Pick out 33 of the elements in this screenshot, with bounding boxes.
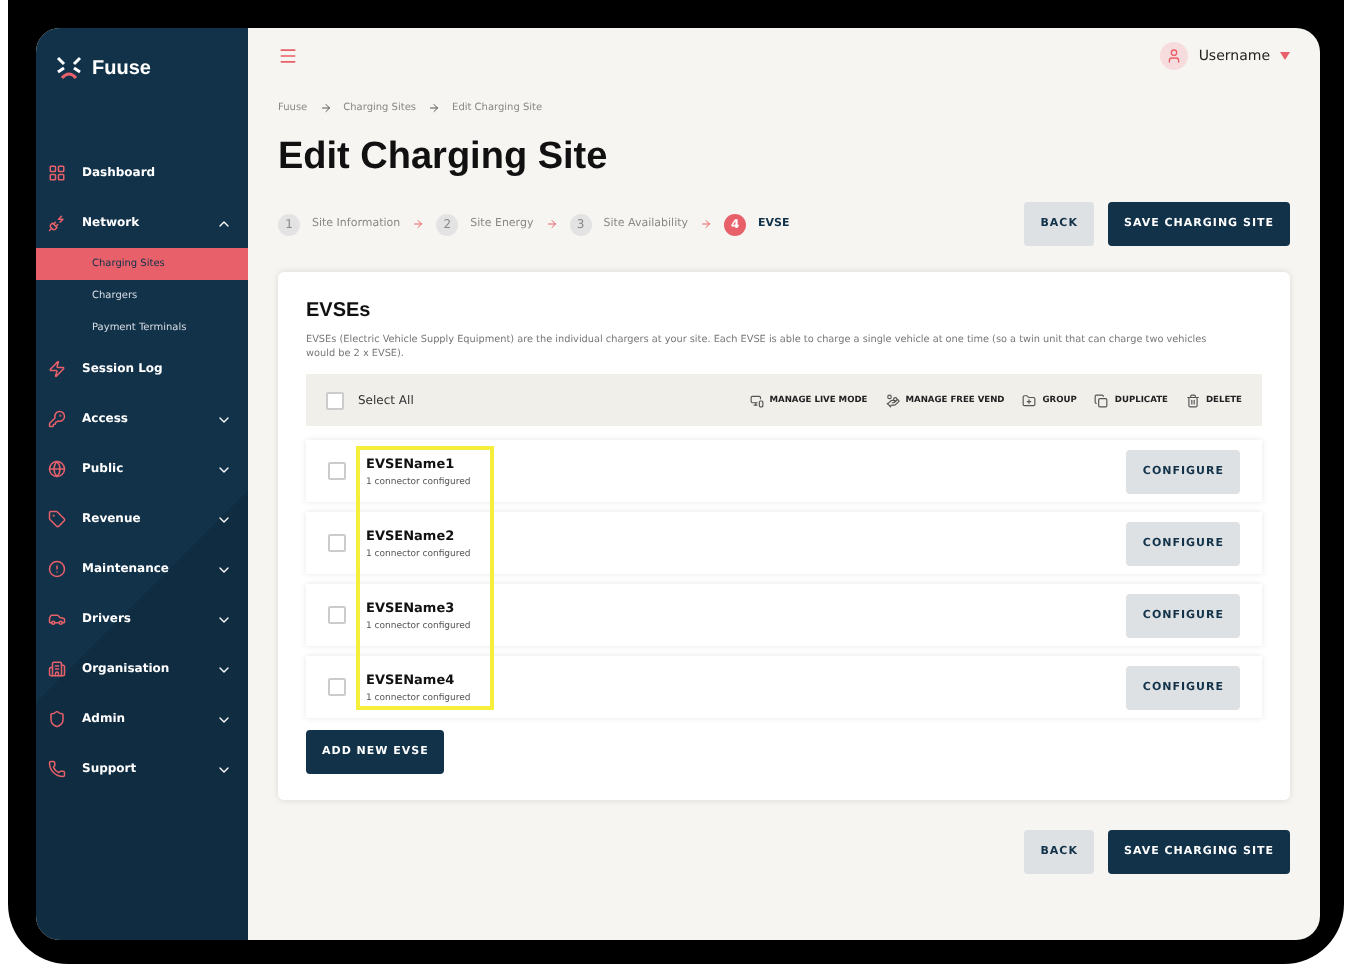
caret-icon[interactable] [1280,52,1290,60]
car-icon [48,610,66,628]
alert-icon [48,560,66,578]
arrow-icon [545,218,558,230]
menu-icon[interactable] [278,46,298,66]
checkbox[interactable] [328,678,346,696]
checkbox[interactable] [328,606,346,624]
lightning-icon [48,360,66,378]
phone-icon [48,760,66,778]
key-icon [48,410,66,428]
card-title: EVSEs [306,300,373,322]
logo-icon [56,56,82,80]
arrow-icon [412,218,425,230]
arrow-icon [428,102,441,114]
avatar-icon[interactable] [1160,42,1189,70]
tag-icon [48,510,66,528]
page-title: Edit Charging Site [278,136,610,180]
hand-coins-icon [885,393,900,407]
grid-icon [48,164,66,182]
building-icon [48,660,66,678]
trash-icon [1185,393,1200,407]
brand-name: Fuuse [92,57,151,79]
shield-icon [48,710,66,728]
folder-plus-icon [1022,393,1037,407]
devices-icon [749,393,764,407]
checkbox[interactable] [326,391,344,409]
arrow-icon [319,102,332,114]
plug-icon [48,214,66,232]
globe-icon [48,460,66,478]
checkbox[interactable] [328,462,346,480]
arrow-icon [700,218,713,230]
checkbox[interactable] [328,534,346,552]
copy-icon [1094,393,1109,407]
